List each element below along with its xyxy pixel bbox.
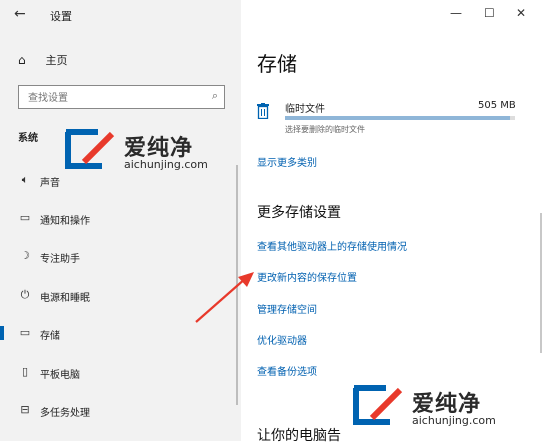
temp-files-hint: 选择要删除的临时文件 <box>285 125 365 134</box>
watermark-url: aichunjing.com <box>412 414 496 427</box>
temp-files-label[interactable]: 临时文件 <box>285 100 325 115</box>
titlebar-left: ← 设置 <box>0 0 241 30</box>
arrow-annotation-icon <box>195 272 254 323</box>
trash-icon <box>257 103 269 119</box>
home-label: 主页 <box>45 54 68 67</box>
sidebar-item-multitask[interactable]: ⊟ 多任务处理 <box>0 395 241 425</box>
sidebar: ← 设置 ⌂ 主页 ⌕ 系统 🔈︎ 声音 ▭ 通知和操作 ☽ 专注助手 ⏻ 电源… <box>0 0 241 441</box>
temp-files-size: 505 MB <box>478 100 516 111</box>
more-storage-title: 更多存储设置 <box>257 205 341 221</box>
link-other-drives[interactable]: 查看其他驱动器上的存储使用情况 <box>257 238 407 253</box>
watermark-logo-icon <box>353 385 403 425</box>
storage-icon: ▭ <box>19 326 31 339</box>
link-optimize-drives[interactable]: 优化驱动器 <box>257 332 307 347</box>
back-arrow-icon[interactable]: ← <box>14 6 26 22</box>
page-title: 存储 <box>257 52 297 76</box>
search-input[interactable] <box>26 87 200 110</box>
watermark-logo: 爱纯净 aichunjing.com <box>62 128 242 176</box>
sidebar-item-label: 电源和睡眠 <box>40 293 90 304</box>
sidebar-item-label: 存储 <box>40 331 60 342</box>
sidebar-item-focus[interactable]: ☽ 专注助手 <box>0 241 241 271</box>
link-manage-storage-spaces[interactable]: 管理存储空间 <box>257 301 317 316</box>
watermark-logo-bottom: 爱纯净 aichunjing.com <box>350 384 540 432</box>
moon-icon: ☽ <box>20 249 30 262</box>
search-icon[interactable]: ⌕ <box>212 89 218 103</box>
link-backup-options[interactable]: 查看备份选项 <box>257 363 317 378</box>
sidebar-home[interactable]: ⌂ 主页 <box>18 52 68 68</box>
bottom-section-title: 让你的电脑告 <box>257 428 341 444</box>
main-scrollbar[interactable] <box>540 213 542 353</box>
search-box[interactable]: ⌕ <box>18 85 225 110</box>
tablet-icon: ▯ <box>21 365 29 378</box>
sidebar-item-label: 平板电脑 <box>40 370 80 381</box>
sidebar-item-label: 声音 <box>40 178 60 189</box>
maximize-icon[interactable]: ☐ <box>484 6 495 20</box>
watermark-logo-icon <box>65 129 115 169</box>
sidebar-item-label: 专注助手 <box>40 254 80 265</box>
multitask-icon: ⊟ <box>20 403 30 416</box>
show-more-link[interactable]: 显示更多类别 <box>257 154 317 169</box>
sidebar-item-tablet[interactable]: ▯ 平板电脑 <box>0 357 241 387</box>
section-header: 系统 <box>18 133 38 144</box>
sidebar-item-notifications[interactable]: ▭ 通知和操作 <box>0 203 241 233</box>
power-icon: ⏻ <box>20 288 30 301</box>
watermark-url: aichunjing.com <box>124 158 208 171</box>
sidebar-item-label: 通知和操作 <box>40 216 90 227</box>
notification-icon: ▭ <box>19 211 31 224</box>
link-change-save-location[interactable]: 更改新内容的保存位置 <box>257 269 357 284</box>
progress-fill <box>285 116 511 120</box>
minimize-icon[interactable]: — <box>450 6 462 20</box>
speaker-icon: 🔈︎ <box>21 173 29 186</box>
temp-files-progress <box>285 116 515 120</box>
sidebar-item-label: 多任务处理 <box>40 408 90 419</box>
close-icon[interactable]: ✕ <box>516 6 526 20</box>
app-title: 设置 <box>50 10 72 23</box>
active-indicator <box>0 326 4 340</box>
home-icon: ⌂ <box>18 53 26 67</box>
